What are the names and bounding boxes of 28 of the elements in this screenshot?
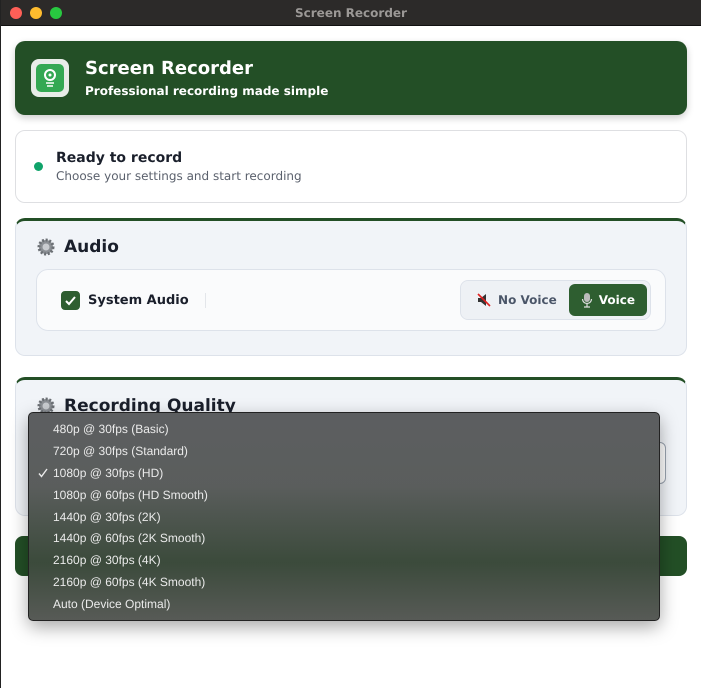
menu-item[interactable]: 1440p @ 60fps (2K Smooth)	[34, 527, 654, 550]
window-title: Screen Recorder	[295, 6, 407, 20]
section-title: Audio	[64, 237, 119, 257]
close-button[interactable]	[10, 7, 22, 19]
checkbox[interactable]	[61, 290, 80, 310]
app-subtitle: Professional recording made simple	[85, 84, 328, 98]
menu-item[interactable]: 480p @ 30fps (Basic)	[34, 418, 654, 440]
app-title: Screen Recorder	[85, 58, 254, 79]
zoom-button[interactable]	[50, 7, 62, 19]
microphone-icon	[580, 292, 593, 308]
checkbox-label: System Audio	[88, 292, 206, 308]
status-message: Choose your settings and start recording	[56, 169, 302, 183]
status-title: Ready to record	[56, 150, 184, 166]
minimize-button[interactable]	[30, 7, 42, 19]
voice-option-button[interactable]: Voice	[568, 284, 647, 316]
checkmark-icon	[64, 294, 77, 306]
muted-speaker-icon	[476, 292, 492, 308]
menu-item[interactable]: Auto (Device Optimal)	[34, 593, 654, 616]
menu-item[interactable]: 1080p @ 30fps (HD)	[34, 462, 654, 484]
voice-option-button[interactable]: No Voice	[464, 284, 569, 316]
gear-icon	[36, 237, 56, 257]
app-logo-icon	[31, 59, 69, 97]
menu-item[interactable]: 720p @ 30fps (Standard)	[34, 440, 654, 462]
menu-item[interactable]: 2160p @ 60fps (4K Smooth)	[34, 571, 654, 594]
menu-item[interactable]: 1440p @ 30fps (2K)	[34, 506, 654, 528]
section-title: Recording Quality	[64, 396, 236, 416]
menu-item[interactable]: 2160p @ 30fps (4K)	[34, 549, 654, 572]
menu-item[interactable]: 1080p @ 60fps (HD Smooth)	[34, 484, 654, 506]
